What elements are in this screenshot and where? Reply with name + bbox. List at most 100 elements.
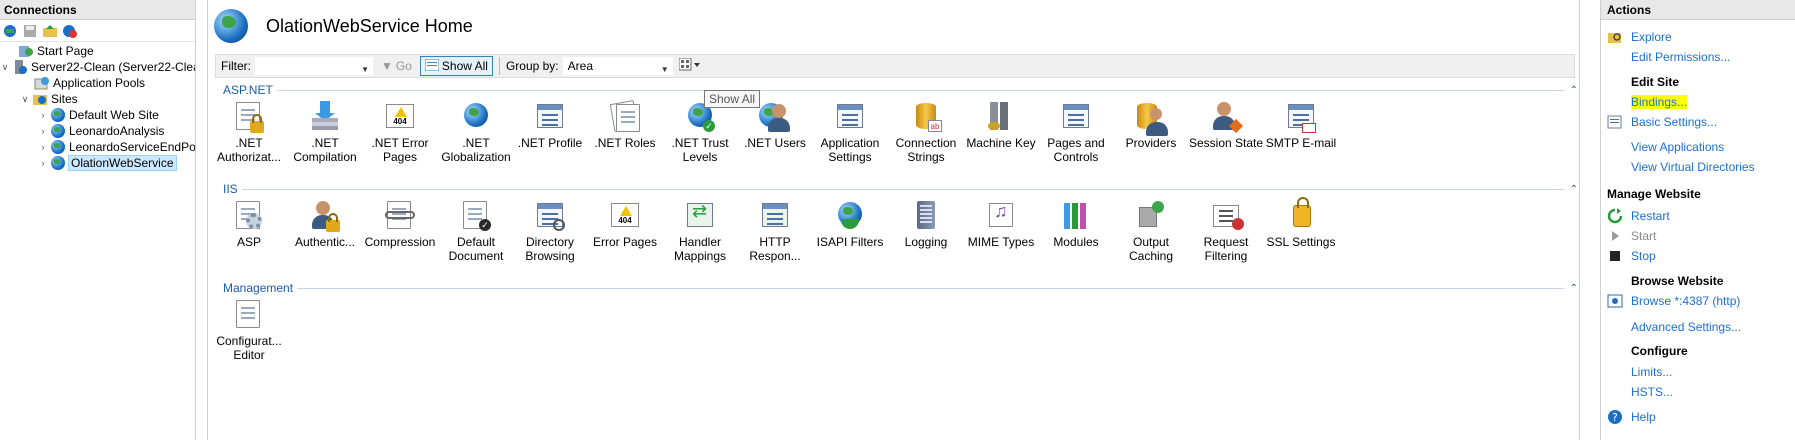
limits-action[interactable]: Limits...	[1601, 363, 1795, 381]
settings-icon	[1607, 114, 1623, 130]
view-virtual-directories-action[interactable]: View Virtual Directories	[1601, 158, 1795, 176]
feature-providers[interactable]: Providers	[1113, 100, 1189, 150]
restart-icon	[1607, 208, 1623, 224]
feature-modules[interactable]: Modules	[1038, 199, 1114, 249]
restart-action[interactable]: Restart	[1601, 207, 1795, 225]
group-header-management[interactable]: Management ⌃	[223, 280, 1578, 296]
isapi-filters-icon	[833, 199, 867, 233]
toolbar-separator	[498, 57, 500, 75]
expand-icon[interactable]: ›	[38, 158, 48, 168]
bindings-action[interactable]: Bindings...	[1601, 93, 1795, 111]
feature-configuration-editor[interactable]: Configurat... Editor	[211, 298, 287, 362]
feature-handler-mappings[interactable]: Handler Mappings	[662, 199, 738, 263]
feature-net-profile[interactable]: .NET Profile	[512, 100, 588, 150]
globe-icon	[50, 155, 66, 171]
connect-icon[interactable]	[2, 23, 18, 39]
feature-net-compilation[interactable]: .NET Compilation	[287, 100, 363, 164]
dropdown-arrow-icon[interactable]: ▼	[361, 62, 369, 78]
collapse-group-icon[interactable]: ⌃	[1570, 85, 1578, 96]
authorization-icon	[232, 100, 266, 134]
collapse-icon[interactable]: ∨	[20, 94, 30, 105]
feature-net-globalization[interactable]: .NET Globalization	[438, 100, 514, 164]
feature-logging[interactable]: Logging	[888, 199, 964, 249]
filter-input[interactable]: ▼	[255, 57, 373, 75]
feature-net-trust-levels[interactable]: ✓ .NET Trust Levels	[662, 100, 738, 164]
globe-icon	[50, 123, 66, 139]
feature-request-filtering[interactable]: Request Filtering	[1188, 199, 1264, 263]
expand-icon[interactable]: ›	[38, 110, 48, 120]
edit-site-header: Edit Site	[1631, 75, 1680, 89]
dropdown-arrow-icon[interactable]: ▼	[661, 62, 669, 78]
view-mode-icon[interactable]	[678, 57, 701, 75]
expand-icon[interactable]: ›	[38, 142, 48, 152]
feature-isapi-filters[interactable]: ISAPI Filters	[812, 199, 888, 249]
edit-permissions-action[interactable]: Edit Permissions...	[1601, 48, 1795, 66]
feature-http-response-headers[interactable]: HTTP Respon...	[737, 199, 813, 263]
feature-net-error-pages[interactable]: 404 .NET Error Pages	[362, 100, 438, 164]
tree-item-site-selected[interactable]: › OlationWebService	[38, 154, 177, 172]
error-pages-icon: 404	[608, 199, 642, 233]
feature-connection-strings[interactable]: ab Connection Strings	[888, 100, 964, 164]
save-icon[interactable]	[22, 23, 38, 39]
machine-key-icon	[984, 100, 1018, 134]
collapse-group-icon[interactable]: ⌃	[1570, 283, 1578, 294]
site-globe-icon	[214, 9, 248, 43]
filter-bar: Filter: ▼ ▼ Go Show All Group by: Area ▼	[215, 54, 1575, 78]
show-all-button[interactable]: Show All	[419, 56, 493, 76]
explore-action[interactable]: Explore	[1601, 28, 1795, 46]
feature-net-roles[interactable]: .NET Roles	[587, 100, 663, 150]
up-folder-icon[interactable]	[42, 23, 58, 39]
feature-mime-types[interactable]: MIME Types	[963, 199, 1039, 249]
feature-asp[interactable]: ASP	[211, 199, 287, 249]
providers-icon	[1134, 100, 1168, 136]
delete-connection-icon[interactable]	[62, 23, 78, 39]
feature-default-document[interactable]: ✓ Default Document	[438, 199, 514, 263]
basic-settings-action[interactable]: Basic Settings...	[1601, 113, 1795, 131]
application-pools-icon	[34, 75, 50, 91]
stop-action[interactable]: Stop	[1601, 247, 1795, 265]
feature-authentication[interactable]: Authentic...	[287, 199, 363, 249]
globalization-icon	[459, 100, 493, 134]
show-all-icon	[424, 58, 440, 74]
collapse-group-icon[interactable]: ⌃	[1570, 184, 1578, 195]
connections-toolbar	[0, 20, 195, 42]
request-filtering-icon	[1209, 199, 1244, 233]
feature-application-settings[interactable]: Application Settings	[812, 100, 888, 164]
feature-machine-key[interactable]: Machine Key	[963, 100, 1039, 150]
directory-browsing-icon	[533, 199, 567, 233]
start-action[interactable]: Start	[1601, 227, 1795, 245]
feature-output-caching[interactable]: Output Caching	[1113, 199, 1189, 263]
feature-pages-and-controls[interactable]: Pages and Controls	[1038, 100, 1114, 164]
browse-action[interactable]: Browse *:4387 (http)	[1601, 292, 1795, 310]
feature-error-pages[interactable]: 404 Error Pages	[587, 199, 663, 249]
connections-pane: Connections Start Page ∨ Server22-Clean …	[0, 0, 196, 440]
expand-icon[interactable]: ›	[38, 126, 48, 136]
mime-types-icon	[984, 199, 1018, 233]
manage-website-header: Manage Website	[1607, 187, 1701, 201]
feature-directory-browsing[interactable]: Directory Browsing	[512, 199, 588, 263]
start-icon	[1607, 228, 1623, 244]
group-header-iis[interactable]: IIS ⌃	[223, 181, 1578, 197]
funnel-icon: ▼	[381, 59, 393, 73]
advanced-settings-action[interactable]: Advanced Settings...	[1601, 318, 1795, 336]
feature-compression[interactable]: Compression	[362, 199, 438, 249]
handler-mappings-icon	[683, 199, 717, 233]
group-header-aspnet[interactable]: ASP.NET ⌃	[223, 82, 1578, 98]
collapse-icon[interactable]: ∨	[0, 62, 10, 73]
hsts-action[interactable]: HSTS...	[1601, 383, 1795, 401]
help-action[interactable]: ? Help	[1601, 408, 1795, 426]
feature-ssl-settings[interactable]: SSL Settings	[1263, 197, 1339, 249]
filter-label: Filter:	[221, 59, 251, 73]
start-page-icon	[18, 43, 34, 59]
error-page-icon: 404	[383, 100, 417, 134]
feature-net-authorization[interactable]: .NET Authorizat...	[211, 100, 287, 164]
go-button[interactable]: ▼ Go	[381, 59, 412, 73]
group-by-select[interactable]: Area ▼	[562, 57, 673, 78]
globe-icon	[50, 107, 66, 123]
view-applications-action[interactable]: View Applications	[1601, 138, 1795, 156]
connection-strings-icon: ab	[909, 100, 943, 134]
application-settings-icon	[833, 100, 867, 134]
feature-smtp-email[interactable]: SMTP E-mail	[1263, 100, 1339, 150]
actions-pane: Actions Explore Edit Permissions... Edit…	[1600, 0, 1795, 440]
feature-session-state[interactable]: Session State	[1188, 100, 1264, 150]
